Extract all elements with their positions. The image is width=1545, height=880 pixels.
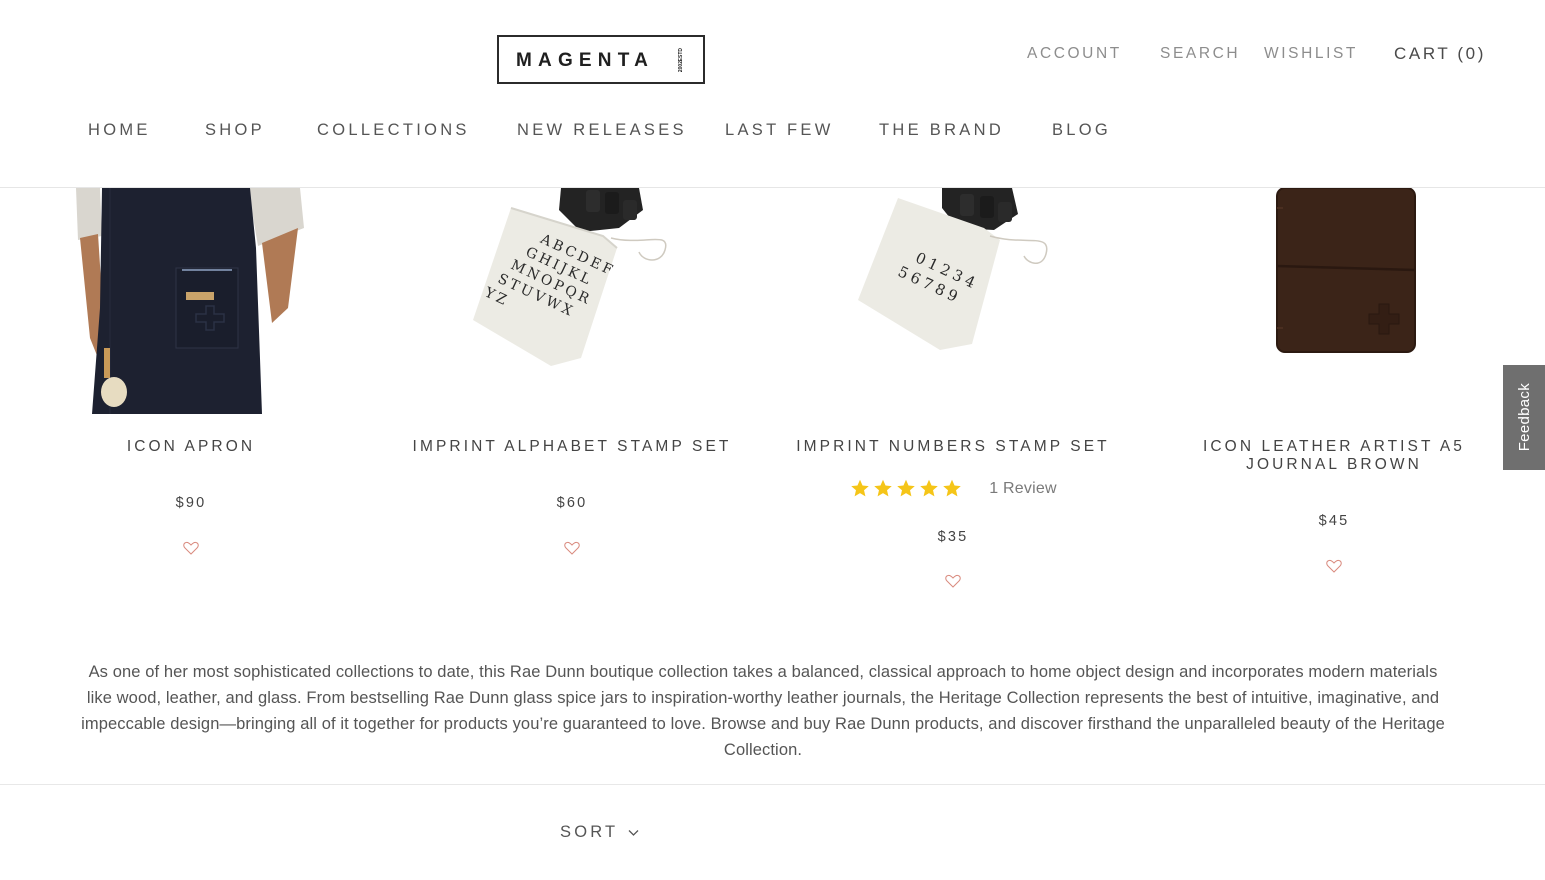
site-header: MAGENTA ESTD 2002 ACCOUNT SEARCH WISHLIS… [0,0,1545,188]
nav-the-brand[interactable]: THE BRAND [879,121,1004,140]
logo-estd-bottom: 2002 [677,61,684,73]
search-link[interactable]: SEARCH [1160,45,1240,63]
product-image-apron[interactable] [0,188,382,414]
star-icon [920,479,939,497]
product-title[interactable]: IMPRINT NUMBERS STAMP SET [762,438,1144,456]
product-image-leather-journal[interactable] [1143,188,1525,414]
product-title-line-2: JOURNAL BROWN [1246,456,1422,473]
nav-shop[interactable]: SHOP [205,121,265,140]
product-title[interactable]: ICON APRON [0,438,382,456]
nav-blog[interactable]: BLOG [1052,121,1111,140]
feedback-label: Feedback [1515,383,1533,452]
review-count-link[interactable]: 1 Review [989,480,1056,498]
nav-last-few[interactable]: LAST FEW [725,121,834,140]
heart-outline-icon[interactable] [564,541,580,555]
sort-dropdown[interactable]: SORT [560,823,639,842]
product-card-numbers-stamp-set[interactable]: 01234 56789 IMPRINT NUMBERS STAMP SET 1 … [762,188,1144,588]
product-price: $35 [937,529,969,545]
heart-outline-icon[interactable] [183,541,199,555]
wishlist-link[interactable]: WISHLIST [1264,45,1358,63]
star-icon [874,479,893,497]
star-icon [943,479,962,497]
feedback-tab[interactable]: Feedback [1503,365,1545,470]
product-card-alphabet-stamp-set[interactable]: ABCDEF GHIJKL MNOPQR STUVWX YZ IMPRINT A… [381,188,763,555]
product-price: $90 [175,495,207,511]
logo-text: MAGENTA [516,50,655,71]
product-price: $45 [1318,513,1350,529]
star-icon [851,479,870,497]
star-icon [897,479,916,497]
nav-home[interactable]: HOME [88,121,151,140]
star-rating [849,478,963,499]
collection-description: As one of her most sophisticated collect… [81,663,1445,759]
chevron-down-icon [628,829,639,836]
logo-estd-top: ESTD [677,47,684,62]
nav-new-releases[interactable]: NEW RELEASES [517,121,687,140]
magenta-logo[interactable]: MAGENTA ESTD 2002 [497,35,705,84]
product-card-leather-journal[interactable]: ICON LEATHER ARTIST A5 JOURNAL BROWN $45 [1143,188,1525,573]
section-divider [0,784,1545,785]
cart-link[interactable]: CART (0) [1394,44,1486,64]
account-link[interactable]: ACCOUNT [1027,45,1122,63]
logo-estd-mark: ESTD 2002 [675,47,687,73]
product-card-icon-apron[interactable]: ICON APRON $90 [0,188,382,555]
product-image-numbers-stamps[interactable]: 01234 56789 [762,188,1144,414]
product-title[interactable]: IMPRINT ALPHABET STAMP SET [381,438,763,456]
sort-label: SORT [560,823,619,841]
product-image-alphabet-stamps[interactable]: ABCDEF GHIJKL MNOPQR STUVWX YZ [381,188,763,414]
heart-outline-icon[interactable] [1326,559,1342,573]
heart-outline-icon[interactable] [945,574,961,588]
product-rating[interactable]: 1 Review [762,478,1144,499]
nav-collections[interactable]: COLLECTIONS [317,121,470,140]
product-title[interactable]: ICON LEATHER ARTIST A5 JOURNAL BROWN [1143,438,1525,474]
product-price: $60 [556,495,588,511]
product-title-line-1: ICON LEATHER ARTIST A5 [1202,438,1465,455]
